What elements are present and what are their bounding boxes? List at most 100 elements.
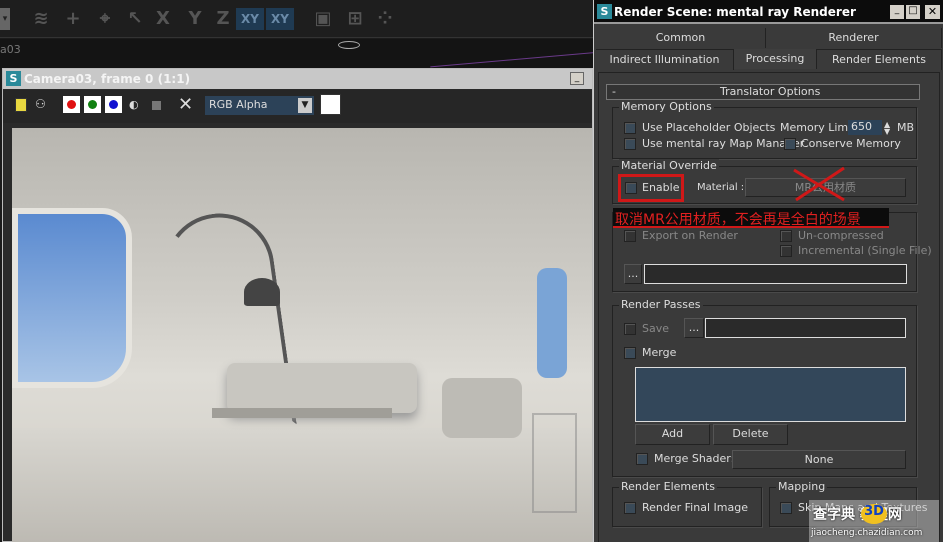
- axis-xy-cycle-button[interactable]: XY: [266, 8, 294, 30]
- tab-processing[interactable]: Processing: [734, 49, 817, 69]
- axis-z-button[interactable]: Z: [212, 8, 234, 30]
- site-watermark: 查字典 教程网 3D jiaocheng.chazidian.com: [809, 500, 939, 542]
- axis-x-button[interactable]: X: [152, 8, 174, 30]
- tab-indirect-illumination[interactable]: Indirect Illumination: [596, 49, 734, 70]
- export-on-render-label: Export on Render: [642, 229, 738, 242]
- passes-browse-button[interactable]: ...: [684, 318, 704, 338]
- layers-icon[interactable]: ≋: [30, 8, 52, 30]
- array-icon[interactable]: ⊞: [344, 8, 366, 30]
- gizmo-ellipse: [338, 41, 360, 49]
- memory-limit-spinner[interactable]: ▲ ▼: [884, 121, 890, 136]
- memory-unit: MB: [897, 121, 915, 134]
- group-title: Mapping: [776, 480, 828, 493]
- conserve-memory-label: Conserve Memory: [801, 137, 901, 150]
- merge-shader-label: Merge Shader:: [654, 452, 735, 465]
- channel-select[interactable]: RGB Alpha ▼: [205, 96, 314, 115]
- export-on-render-checkbox[interactable]: [624, 230, 636, 242]
- use-placeholder-checkbox[interactable]: [624, 122, 636, 134]
- frame-window: S Camera03, frame 0 (1:1) _ ⚇ ◐ ✕ RGB Al…: [2, 68, 593, 542]
- main-toolbar: ▾ ≋ + ⌖ ↖ X Y Z XY XY ▣ ⊞ ⁘: [0, 0, 593, 38]
- uncompressed-label: Un-compressed: [798, 229, 884, 242]
- passes-path-field[interactable]: [705, 318, 906, 338]
- rollout-toggle: -: [612, 85, 616, 98]
- merge-checkbox[interactable]: [624, 347, 636, 359]
- frame-toolbar: ⚇ ◐ ✕ RGB Alpha ▼: [3, 90, 592, 123]
- skip-maps-checkbox[interactable]: [780, 502, 792, 514]
- viewport-line: [430, 51, 600, 68]
- watermark-site: 查字典 教程网: [813, 507, 902, 523]
- render-image: [12, 128, 592, 542]
- save-passes-checkbox[interactable]: [624, 323, 636, 335]
- app-icon: S: [597, 4, 612, 19]
- group-title: Render Passes: [619, 298, 703, 311]
- enable-override-checkbox[interactable]: [625, 182, 637, 194]
- dropdown-arrow-icon[interactable]: ▾: [0, 8, 10, 30]
- coffee-table: [212, 408, 392, 418]
- circular-array-icon[interactable]: ⁘: [374, 8, 396, 30]
- use-map-manager-checkbox[interactable]: [624, 138, 636, 150]
- viewport-label: a03: [0, 43, 21, 56]
- ottoman: [442, 378, 522, 438]
- clone-icon[interactable]: ⚇: [35, 97, 46, 111]
- clear-icon[interactable]: ✕: [178, 94, 193, 115]
- incremental-label: Incremental (Single File): [798, 244, 932, 257]
- render-scene-dialog: S Render Scene: mental ray Renderer _ □ …: [593, 0, 943, 542]
- merge-shader-checkbox[interactable]: [636, 453, 648, 465]
- app-icon: S: [6, 71, 21, 86]
- channel-select-value: RGB Alpha: [209, 98, 268, 111]
- box-icon[interactable]: ▣: [312, 8, 334, 30]
- window-right: [537, 268, 567, 378]
- merge-list[interactable]: [635, 367, 906, 422]
- tab-common[interactable]: Common: [596, 28, 766, 48]
- lamp-shade: [244, 278, 280, 306]
- blue-channel-button[interactable]: [105, 96, 122, 113]
- minimize-button[interactable]: _: [570, 72, 584, 85]
- tab-renderer[interactable]: Renderer: [766, 28, 942, 48]
- maximize-button[interactable]: □: [906, 5, 920, 19]
- frame-window-titlebar[interactable]: S Camera03, frame 0 (1:1) _: [3, 69, 592, 89]
- tab-render-elements[interactable]: Render Elements: [817, 49, 942, 70]
- rollout-title: Translator Options: [720, 85, 821, 98]
- viewport-strip[interactable]: a03: [0, 39, 600, 68]
- add-button[interactable]: Add: [635, 424, 710, 445]
- delete-button[interactable]: Delete: [713, 424, 788, 445]
- group-title: Material Override: [619, 159, 719, 172]
- memory-limit-input[interactable]: 650: [848, 120, 882, 135]
- incremental-checkbox[interactable]: [780, 245, 792, 257]
- dialog-titlebar[interactable]: S Render Scene: mental ray Renderer _ □ …: [594, 0, 943, 24]
- uncompressed-checkbox[interactable]: [780, 230, 792, 242]
- group-title: Memory Options: [619, 100, 714, 113]
- group-title: Render Elements: [619, 480, 717, 493]
- use-map-manager-label: Use mental ray Map Manager: [642, 137, 805, 150]
- cursor-icon[interactable]: ↖: [124, 8, 146, 30]
- export-browse-button[interactable]: ...: [624, 264, 642, 284]
- alpha-channel-icon[interactable]: ◐: [129, 98, 139, 111]
- select-move-icon[interactable]: ⌖: [94, 8, 116, 30]
- merge-shader-button[interactable]: None: [732, 450, 906, 469]
- axis-xy-button[interactable]: XY: [236, 8, 264, 30]
- render-final-image-label: Render Final Image: [642, 501, 748, 514]
- monochrome-icon[interactable]: [152, 101, 161, 110]
- save-passes-label: Save: [642, 322, 670, 335]
- green-channel-button[interactable]: [84, 96, 101, 113]
- dialog-title: Render Scene: mental ray Renderer: [614, 5, 856, 19]
- chevron-down-icon[interactable]: ▼: [298, 98, 312, 113]
- close-button[interactable]: ✕: [925, 5, 940, 19]
- merge-label: Merge: [642, 346, 677, 359]
- light-floor: [12, 428, 592, 542]
- frame-window-title: Camera03, frame 0 (1:1): [24, 72, 191, 86]
- save-icon[interactable]: [15, 98, 27, 112]
- export-path-field[interactable]: [644, 264, 907, 284]
- window-left: [12, 208, 132, 388]
- use-placeholder-label: Use Placeholder Objects: [642, 121, 776, 134]
- sofa: [227, 363, 417, 413]
- minimize-button[interactable]: _: [890, 5, 904, 19]
- rollout-header[interactable]: - Translator Options: [606, 84, 920, 100]
- render-final-image-checkbox[interactable]: [624, 502, 636, 514]
- conserve-memory-checkbox[interactable]: [784, 138, 796, 150]
- axis-y-button[interactable]: Y: [184, 8, 206, 30]
- crosshair-icon[interactable]: +: [62, 8, 84, 30]
- red-x-mark: [793, 166, 845, 202]
- color-swatch[interactable]: [320, 94, 341, 115]
- red-channel-button[interactable]: [63, 96, 80, 113]
